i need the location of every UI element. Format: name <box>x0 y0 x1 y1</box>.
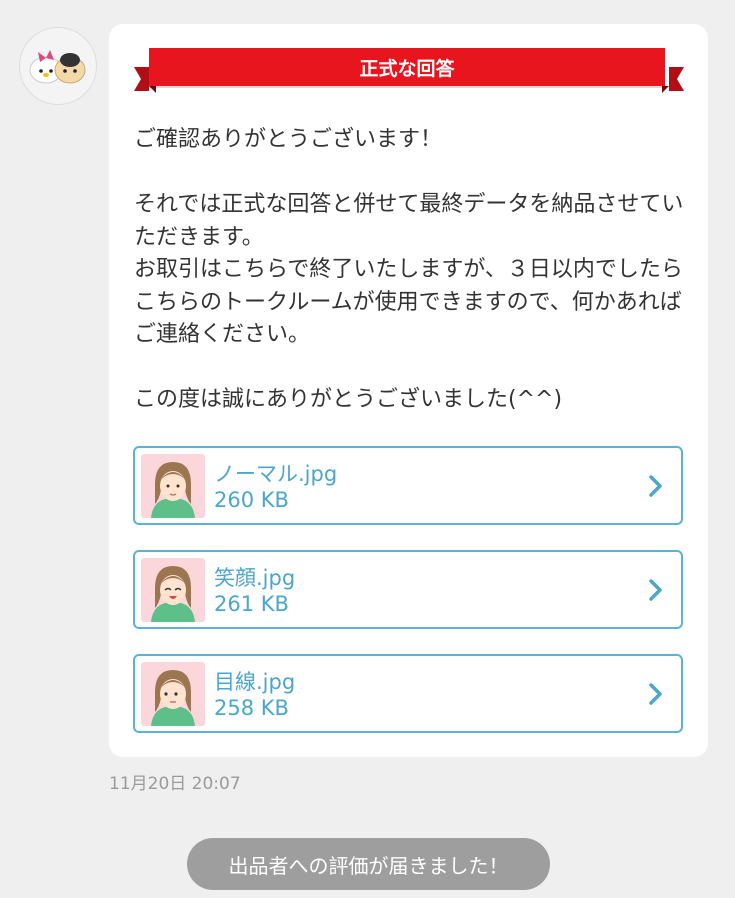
message-text: ご確認ありがとうございます！ それでは正式な回答と併せて最終データを納品させてい… <box>134 127 684 412</box>
portrait-illustration <box>151 670 195 726</box>
attachment-filename: 目線.jpg <box>214 670 296 694</box>
attachment-card[interactable]: 笑顔.jpg 261 KB <box>133 550 683 629</box>
attachment-card[interactable]: 目線.jpg 258 KB <box>133 654 683 733</box>
banner-label: 正式な回答 <box>149 48 665 86</box>
avatar-image <box>29 50 86 84</box>
official-answer-banner: 正式な回答 <box>134 45 684 93</box>
attachment-thumbnail <box>141 558 205 622</box>
portrait-illustration <box>151 566 195 622</box>
message-timestamp: 11月20日 20:07 <box>109 774 241 794</box>
chevron-right-icon <box>649 579 662 601</box>
system-notice: 出品者への評価が届きました！ <box>187 838 550 890</box>
attachment-filesize: 261 KB <box>214 592 289 616</box>
attachment-card[interactable]: ノーマル.jpg 260 KB <box>133 446 683 525</box>
attachment-filename: ノーマル.jpg <box>214 462 338 486</box>
portrait-illustration <box>151 462 195 518</box>
attachment-filename: 笑顔.jpg <box>214 566 296 590</box>
chevron-right-icon <box>649 475 662 497</box>
attachment-filesize: 260 KB <box>214 488 289 512</box>
attachment-thumbnail <box>141 454 205 518</box>
attachment-filesize: 258 KB <box>214 696 289 720</box>
chevron-right-icon <box>649 683 662 705</box>
attachment-thumbnail <box>141 662 205 726</box>
avatar[interactable] <box>19 27 97 105</box>
message-bubble: 正式な回答 ご確認ありがとうございます！ それでは正式な回答と併せて最終データを… <box>109 24 708 757</box>
